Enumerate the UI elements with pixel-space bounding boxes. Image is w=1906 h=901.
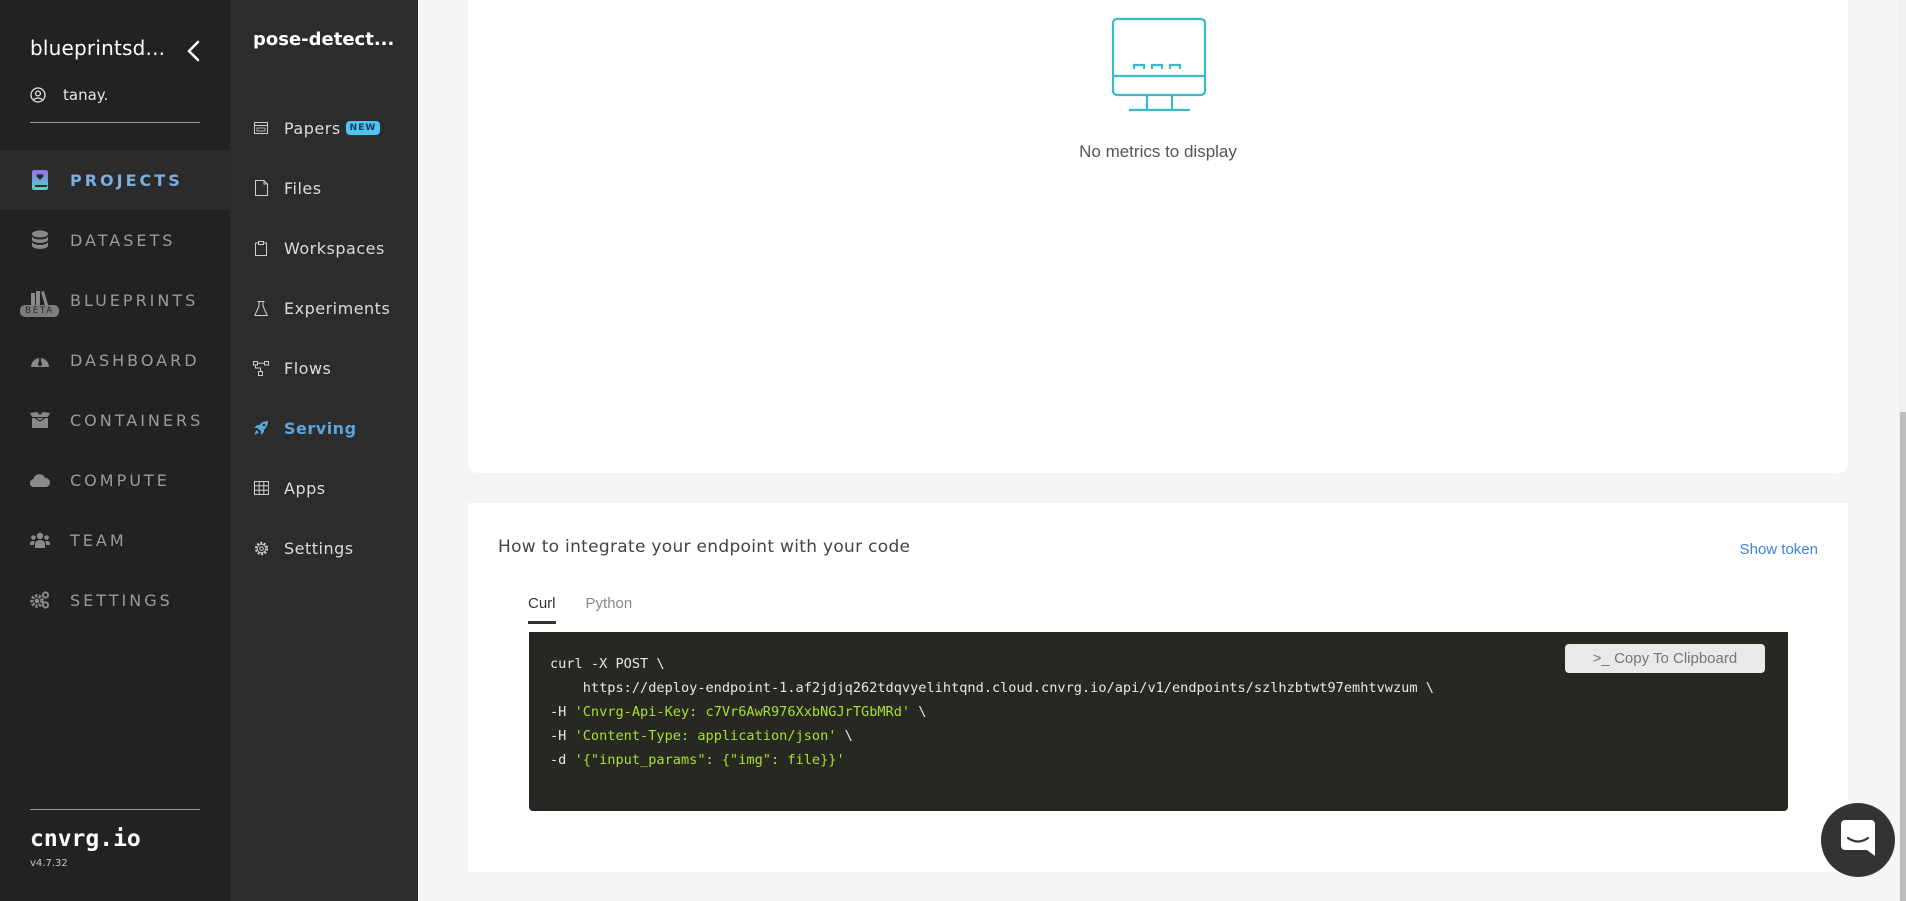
beta-badge: BETA bbox=[20, 305, 59, 317]
project-nav-flows[interactable]: Flows bbox=[230, 338, 418, 398]
code-text: -d bbox=[550, 752, 575, 768]
code-content-type-string: 'Content-Type: application/json' bbox=[574, 728, 837, 744]
users-icon bbox=[30, 530, 50, 550]
org-name[interactable]: blueprintsd... bbox=[30, 36, 165, 60]
brand-logo: cnvrg.io bbox=[30, 826, 141, 852]
project-name[interactable]: pose-detect... bbox=[253, 29, 394, 50]
integration-title: How to integrate your endpoint with your… bbox=[498, 537, 911, 557]
code-text: curl -X POST \ bbox=[550, 656, 665, 672]
project-nav-files[interactable]: Files bbox=[230, 158, 418, 218]
file-icon bbox=[253, 180, 269, 196]
nav-item-compute[interactable]: COMPUTE bbox=[0, 450, 230, 510]
collapse-sidebar-chevron-left-icon[interactable] bbox=[182, 38, 206, 64]
user-menu[interactable]: tanay. bbox=[30, 84, 108, 106]
nav-item-team[interactable]: TEAM bbox=[0, 510, 230, 570]
flow-icon bbox=[253, 360, 269, 376]
nav-label: DASHBOARD bbox=[70, 350, 200, 370]
divider bbox=[30, 809, 200, 810]
main-nav: PROJECTS DATASETS BETA BLUEPRINTS DASHBO… bbox=[0, 150, 230, 630]
project-nav-serving[interactable]: Serving bbox=[230, 398, 418, 458]
empty-metrics-message: No metrics to display bbox=[1079, 142, 1237, 161]
main-content: No metrics to display How to integrate y… bbox=[418, 0, 1906, 901]
nav-label: Apps bbox=[284, 478, 326, 498]
nav-label: BLUEPRINTS bbox=[70, 290, 199, 310]
project-nav-experiments[interactable]: Experiments bbox=[230, 278, 418, 338]
scrollbar-thumb[interactable] bbox=[1900, 412, 1906, 901]
nav-label: Workspaces bbox=[284, 238, 385, 258]
code-line: -H 'Content-Type: application/json' \ bbox=[550, 724, 1767, 748]
code-text: -H bbox=[550, 728, 575, 744]
gauge-icon bbox=[30, 350, 50, 370]
nav-label: Settings bbox=[284, 538, 354, 558]
main-sidebar: blueprintsd... tanay. PROJECTS DATASETS bbox=[0, 0, 230, 901]
code-payload-string: '{"input_params": {"img": file}}' bbox=[574, 752, 845, 768]
nav-label: COMPUTE bbox=[70, 470, 170, 490]
show-token-link[interactable]: Show token bbox=[1740, 541, 1818, 558]
cogs-icon bbox=[30, 590, 50, 610]
project-nav-apps[interactable]: Apps bbox=[230, 458, 418, 518]
integration-card: How to integrate your endpoint with your… bbox=[468, 503, 1848, 872]
nav-item-settings[interactable]: SETTINGS bbox=[0, 570, 230, 630]
nav-label: Flows bbox=[284, 358, 332, 378]
box-icon bbox=[30, 410, 50, 430]
monitor-icon bbox=[1108, 16, 1208, 116]
code-api-key-string: 'Cnvrg-Api-Key: c7Vr6AwR976XxbNGJrTGbMRd… bbox=[574, 704, 911, 720]
nav-item-projects[interactable]: PROJECTS bbox=[0, 150, 230, 210]
flask-icon bbox=[253, 300, 269, 316]
org-header: blueprintsd... bbox=[30, 36, 210, 66]
project-nav: Papers NEW Files Workspaces Experiments bbox=[230, 98, 418, 578]
projects-book-icon bbox=[30, 170, 50, 190]
code-line: https://deploy-endpoint-1.af2jdjq262tdqv… bbox=[550, 676, 1767, 700]
code-text: \ bbox=[836, 728, 853, 744]
nav-label: TEAM bbox=[70, 530, 127, 550]
nav-label: Serving bbox=[284, 418, 357, 438]
new-badge: NEW bbox=[345, 121, 381, 135]
app-version: v4.7.32 bbox=[30, 858, 68, 869]
divider bbox=[30, 122, 200, 123]
code-tabs: Curl Python bbox=[528, 595, 662, 624]
clipboard-icon bbox=[253, 240, 269, 256]
project-nav-settings[interactable]: Settings bbox=[230, 518, 418, 578]
nav-label: DATASETS bbox=[70, 230, 176, 250]
code-url: https://deploy-endpoint-1.af2jdjq262tdqv… bbox=[550, 680, 1434, 696]
gear-icon bbox=[253, 540, 269, 556]
nav-item-containers[interactable]: CONTAINERS bbox=[0, 390, 230, 450]
copy-to-clipboard-button[interactable]: >_ Copy To Clipboard bbox=[1565, 644, 1765, 673]
code-text: -H bbox=[550, 704, 575, 720]
user-name: tanay. bbox=[63, 86, 109, 104]
nav-item-datasets[interactable]: DATASETS bbox=[0, 210, 230, 270]
nav-label: SETTINGS bbox=[70, 590, 173, 610]
nav-label: CONTAINERS bbox=[70, 410, 204, 430]
tab-curl[interactable]: Curl bbox=[528, 595, 556, 624]
project-sidebar: pose-detect... Papers NEW Files Workspac… bbox=[230, 0, 418, 901]
nav-label: Papers bbox=[284, 118, 341, 138]
tab-python[interactable]: Python bbox=[586, 595, 633, 624]
user-circle-icon bbox=[30, 87, 46, 103]
nav-label: Experiments bbox=[284, 298, 391, 318]
project-nav-papers[interactable]: Papers NEW bbox=[230, 98, 418, 158]
project-nav-workspaces[interactable]: Workspaces bbox=[230, 218, 418, 278]
nav-label: Files bbox=[284, 178, 322, 198]
code-line: -H 'Cnvrg-Api-Key: c7Vr6AwR976XxbNGJrTGb… bbox=[550, 700, 1767, 724]
chat-icon bbox=[1841, 820, 1875, 860]
code-line: -d '{"input_params": {"img": file}}' bbox=[550, 748, 1767, 772]
papers-icon bbox=[253, 120, 269, 136]
rocket-icon bbox=[253, 420, 269, 436]
nav-item-blueprints[interactable]: BETA BLUEPRINTS bbox=[0, 270, 230, 330]
code-snippet: >_ Copy To Clipboard curl -X POST \ http… bbox=[529, 632, 1788, 811]
database-icon bbox=[30, 230, 50, 250]
code-text: \ bbox=[910, 704, 927, 720]
grid-icon bbox=[253, 480, 269, 496]
nav-label: PROJECTS bbox=[70, 170, 183, 190]
cloud-icon bbox=[30, 470, 50, 490]
metrics-card: No metrics to display bbox=[468, 0, 1848, 473]
chat-launcher-button[interactable] bbox=[1821, 803, 1895, 877]
nav-item-dashboard[interactable]: DASHBOARD bbox=[0, 330, 230, 390]
